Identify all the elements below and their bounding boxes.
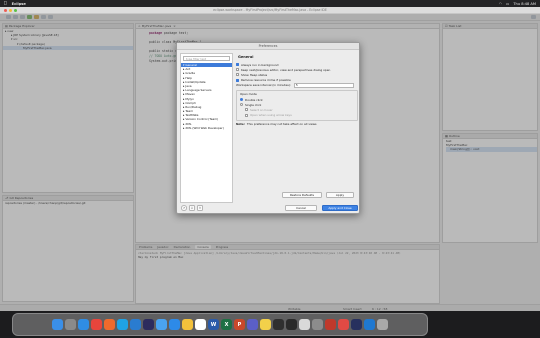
checkbox-checked[interactable] bbox=[236, 63, 239, 67]
photos-icon[interactable] bbox=[182, 319, 193, 330]
opt-label: Select on hover bbox=[250, 107, 273, 112]
minimize-window-icon[interactable] bbox=[9, 9, 12, 12]
radio-selected[interactable] bbox=[240, 98, 243, 102]
checkbox-checked[interactable] bbox=[236, 78, 239, 82]
opt-label: Open when using arrow keys bbox=[250, 113, 292, 118]
macos-dock: WXP bbox=[12, 313, 428, 336]
preferences-page: General Always run in background Keep ne… bbox=[236, 53, 358, 203]
cancel-button[interactable]: Cancel bbox=[285, 205, 317, 211]
opt-label: Show Heap status bbox=[241, 72, 268, 77]
trash-icon[interactable] bbox=[377, 319, 388, 330]
bear-icon[interactable] bbox=[273, 319, 284, 330]
battery-icon[interactable]: ▭ bbox=[506, 2, 509, 6]
vpn-icon[interactable] bbox=[338, 319, 349, 330]
finder-icon[interactable] bbox=[52, 319, 63, 330]
notes-icon[interactable] bbox=[260, 319, 271, 330]
note-text: This preference may not take effect on a… bbox=[246, 122, 317, 127]
preferences-tree: ▾ General ▸ Ant ▸ Gradle ▸ Help ▸ Install/Up… bbox=[181, 63, 232, 130]
eclipse-icon[interactable] bbox=[143, 319, 154, 330]
restore-defaults-button[interactable]: Restore Defaults bbox=[282, 192, 322, 198]
import-icon[interactable]: ⇩ bbox=[189, 205, 195, 211]
dialog-title: Preferences bbox=[258, 44, 278, 48]
nav-item-label: XML (Wild Web Developer) bbox=[185, 125, 224, 130]
excel-icon[interactable]: X bbox=[221, 319, 232, 330]
export-icon[interactable]: ⇧ bbox=[197, 205, 203, 211]
window-titlebar: eclipse-workspace - MyFirstProject/src/M… bbox=[0, 7, 540, 14]
apply-and-close-button[interactable]: Apply and Close bbox=[322, 205, 358, 211]
menubar-status-area: ◠ ▭ Thu 8:48 AM bbox=[499, 2, 536, 6]
window-title: eclipse-workspace - MyFirstProject/src/M… bbox=[213, 8, 327, 12]
save-interval-input[interactable]: 5 bbox=[293, 83, 354, 88]
apply-button[interactable]: Apply bbox=[326, 192, 354, 198]
downloads-icon[interactable] bbox=[364, 319, 375, 330]
eclipse-running-icon[interactable] bbox=[351, 319, 362, 330]
page-title: General bbox=[238, 55, 254, 59]
launchpad-icon[interactable] bbox=[65, 319, 76, 330]
note-row: Note: This preference may not take effec… bbox=[236, 122, 358, 127]
dialog-footer-icons: ? ⇩ ⇧ bbox=[181, 205, 203, 211]
macos-menubar:  Eclipse ◠ ▭ Thu 8:48 AM bbox=[0, 0, 540, 7]
opt-label: Always run in background bbox=[241, 62, 279, 67]
powerpoint-icon[interactable]: P bbox=[234, 319, 245, 330]
help-icon[interactable]: ? bbox=[181, 205, 187, 211]
opt-label: Keep next/previous editor, view and pers… bbox=[241, 67, 331, 72]
mail-icon[interactable] bbox=[156, 319, 167, 330]
checkbox-disabled bbox=[245, 108, 248, 112]
word-icon[interactable]: W bbox=[208, 319, 219, 330]
preferences-nav: type filter text ▾ General ▸ Ant ▸ Gradle ▸… bbox=[180, 53, 233, 203]
mariadb-icon[interactable] bbox=[325, 319, 336, 330]
preview-icon[interactable] bbox=[299, 319, 310, 330]
preferences-nav-item[interactable]: ▸ XML (Wild Web Developer) bbox=[181, 126, 232, 130]
opt-open-arrow: Open when using arrow keys bbox=[240, 113, 354, 118]
chrome-icon[interactable] bbox=[91, 319, 102, 330]
open-mode-title: Open mode bbox=[240, 91, 257, 96]
filter-input[interactable]: type filter text bbox=[183, 56, 230, 61]
checkbox[interactable] bbox=[236, 68, 239, 72]
apple-icon[interactable]:  bbox=[4, 1, 7, 6]
safari-icon[interactable] bbox=[78, 319, 89, 330]
calendar-icon[interactable] bbox=[195, 319, 206, 330]
menubar-clock[interactable]: Thu 8:48 AM bbox=[513, 2, 536, 6]
menubar-app-name[interactable]: Eclipse bbox=[12, 2, 26, 6]
radio[interactable] bbox=[240, 103, 243, 107]
note-label: Note: bbox=[236, 122, 245, 127]
opt-label: Workspace save interval (in minutes): bbox=[236, 83, 291, 88]
close-window-icon[interactable] bbox=[4, 9, 7, 12]
dialog-titlebar: Preferences bbox=[177, 43, 359, 50]
opt-label: Remove resource mime if possible bbox=[241, 78, 291, 83]
checkbox[interactable] bbox=[236, 73, 239, 77]
zoom-window-icon[interactable] bbox=[14, 9, 17, 12]
radio-label: Double click bbox=[245, 97, 263, 102]
radio-label: Single click bbox=[245, 102, 262, 107]
teams-icon[interactable] bbox=[247, 319, 258, 330]
skype-icon[interactable] bbox=[117, 319, 128, 330]
opt-save-interval: Workspace save interval (in minutes): 5 bbox=[236, 83, 358, 88]
vscode-icon[interactable] bbox=[130, 319, 141, 330]
open-mode-group: Open mode Double click Single click Sele… bbox=[236, 89, 358, 121]
firefox-icon[interactable] bbox=[104, 319, 115, 330]
settings-icon[interactable] bbox=[312, 319, 323, 330]
preferences-dialog: Preferences type filter text ▾ General ▸ … bbox=[176, 42, 360, 214]
wifi-icon[interactable]: ◠ bbox=[499, 2, 502, 6]
terminal-icon[interactable] bbox=[286, 319, 297, 330]
checkbox-disabled bbox=[245, 113, 248, 117]
traffic-lights bbox=[4, 9, 17, 12]
store-icon[interactable] bbox=[169, 319, 180, 330]
